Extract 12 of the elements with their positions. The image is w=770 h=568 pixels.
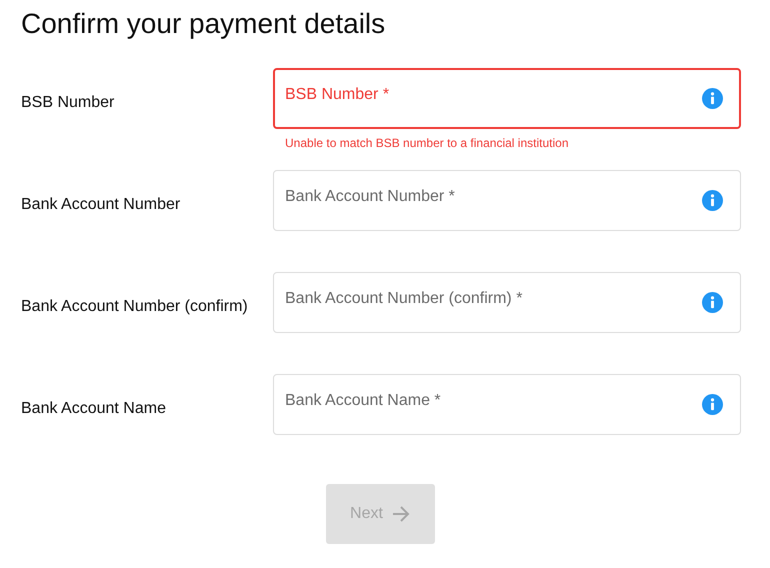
error-message: Unable to match BSB number to a financial institution <box>285 136 568 150</box>
field-label: Bank Account Name <box>21 399 167 419</box>
page-title: Confirm your payment details <box>21 7 386 41</box>
arrow-icon <box>390 504 411 524</box>
input-field[interactable]: BSB Number * <box>273 68 741 129</box>
info-icon[interactable] <box>702 190 723 211</box>
info-icon[interactable] <box>702 292 723 313</box>
field-label: Bank Account Number (confirm) <box>21 297 249 317</box>
info-icon[interactable] <box>702 88 723 109</box>
field-label: BSB Number <box>21 93 116 113</box>
field-label: Bank Account Number <box>21 195 182 215</box>
info-icon[interactable] <box>702 394 723 415</box>
